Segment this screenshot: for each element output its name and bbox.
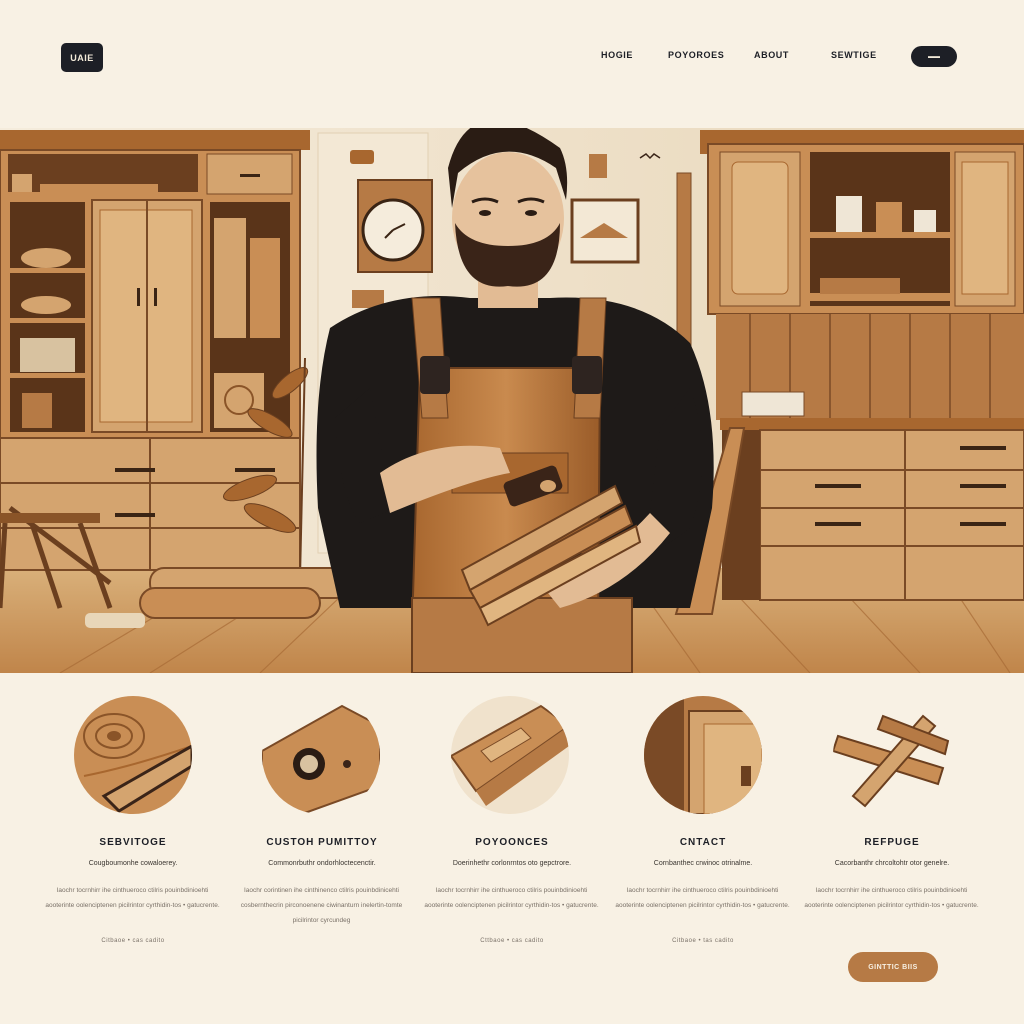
service-image-corner-joint	[644, 696, 762, 814]
service-title: CUSTOH PUMITTOY	[266, 837, 378, 848]
service-subtitle: Cornbanthec crwinoc otrinalme.	[653, 860, 753, 867]
service-subtitle: Doerinhethr corlonrntos oto gepctrore.	[452, 860, 572, 867]
service-title: CNTACT	[679, 837, 727, 848]
service-title: SEBVITOGE	[99, 837, 167, 848]
service-meta: Cttbaoe • cas cadito	[480, 938, 544, 944]
service-title: POYOONCES	[475, 837, 549, 848]
service-image-plank-joint	[451, 696, 569, 814]
service-image-crossed-planks	[833, 696, 951, 814]
header-action-button[interactable]: ▬▬	[911, 46, 957, 67]
site-logo[interactable]: UAIE	[61, 43, 103, 72]
right-cabinet	[700, 130, 1024, 601]
service-meta: Citbaoe • cas cadito	[101, 938, 165, 944]
service-subtitle: Cougboumonhe cowaloerey.	[88, 860, 178, 867]
service-description: Iaochr tocrnhirr ihe cinthueroco ctilris…	[424, 887, 599, 909]
get-started-button[interactable]: GINTTIC BIIS	[848, 952, 938, 982]
service-image-wood-grain	[74, 696, 192, 814]
left-cabinet	[0, 130, 310, 571]
service-description: Iaochr corintinen ihe cinthinenco ctilri…	[240, 887, 403, 924]
service-description: Iaochr tocrnhirr ihe cinthueroco ctilris…	[615, 887, 790, 909]
service-image-cabinet-knob	[262, 696, 380, 814]
nav-link-home[interactable]: HOGIE	[601, 50, 633, 60]
service-description: Iaochr tocrnhirr ihe cinthueroco ctilris…	[45, 887, 220, 909]
nav-link-services[interactable]: SEWTIGE	[831, 50, 877, 60]
service-subtitle: Cacorbanthr chrcoltohtr otor genelre.	[834, 860, 950, 867]
nav-link-portfolio[interactable]: POYOROES	[668, 50, 724, 60]
hero-illustration	[0, 128, 1024, 673]
service-subtitle: Commonrbuthr ondorhloctecenctir.	[268, 860, 376, 867]
service-meta: Citbaoe • tas cadito	[672, 938, 734, 944]
service-title: REFPUGE	[864, 837, 920, 848]
nav-link-about[interactable]: ABOUT	[754, 50, 789, 60]
service-description: Iaochr tocrnhirr ihe cinthueroco ctilris…	[804, 887, 979, 909]
